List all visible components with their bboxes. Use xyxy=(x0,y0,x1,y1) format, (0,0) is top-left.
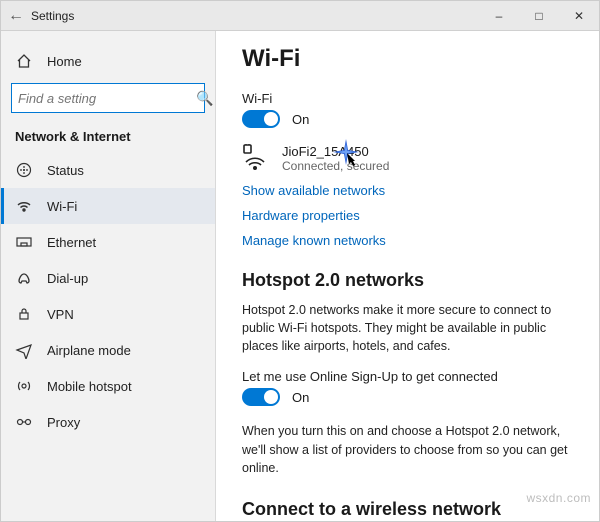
hotspot-desc2: When you turn this on and choose a Hotsp… xyxy=(242,422,573,476)
wifi-toggle[interactable] xyxy=(242,110,280,128)
sidebar-item-label: Proxy xyxy=(47,415,80,430)
titlebar: ← Settings – □ ✕ xyxy=(1,1,599,31)
hotspot-desc: Hotspot 2.0 networks make it more secure… xyxy=(242,301,573,355)
secured-wifi-icon xyxy=(242,144,268,170)
network-name: JioFi2_15A450 xyxy=(282,144,389,159)
current-network[interactable]: JioFi2_15A450 Connected, secured xyxy=(242,144,573,173)
hotspot-icon xyxy=(15,377,33,395)
sidebar-item-status[interactable]: Status xyxy=(1,152,215,188)
minimize-button[interactable]: – xyxy=(479,1,519,31)
search-input-wrap[interactable]: 🔍 xyxy=(11,83,205,113)
back-button[interactable]: ← xyxy=(1,7,31,25)
signup-toggle-state: On xyxy=(292,390,309,405)
sidebar-item-label: Dial-up xyxy=(47,271,88,286)
vpn-icon xyxy=(15,305,33,323)
airplane-icon xyxy=(15,341,33,359)
sidebar-item-label: VPN xyxy=(47,307,74,322)
sidebar-item-airplane[interactable]: Airplane mode xyxy=(1,332,215,368)
sidebar-item-label: Mobile hotspot xyxy=(47,379,132,394)
wifi-icon xyxy=(15,197,33,215)
sidebar-item-label: Ethernet xyxy=(47,235,96,250)
sidebar-item-proxy[interactable]: Proxy xyxy=(1,404,215,440)
sidebar-item-label: Airplane mode xyxy=(47,343,131,358)
sidebar-item-dialup[interactable]: Dial-up xyxy=(1,260,215,296)
sidebar-item-wifi[interactable]: Wi-Fi xyxy=(1,188,215,224)
signup-toggle[interactable] xyxy=(242,388,280,406)
manage-known-link[interactable]: Manage known networks xyxy=(242,233,573,248)
sidebar-category: Network & Internet xyxy=(1,125,215,152)
sidebar-item-label: Status xyxy=(47,163,84,178)
sidebar-item-vpn[interactable]: VPN xyxy=(1,296,215,332)
network-status: Connected, secured xyxy=(282,159,389,173)
home-label: Home xyxy=(47,54,82,69)
content: Wi-Fi Wi-Fi On JioFi2_15A450 Connected, … xyxy=(216,31,599,521)
sidebar-item-label: Wi-Fi xyxy=(47,199,77,214)
search-input[interactable] xyxy=(18,91,196,106)
status-icon xyxy=(15,161,33,179)
connect-heading: Connect to a wireless network xyxy=(242,499,573,520)
signup-label: Let me use Online Sign-Up to get connect… xyxy=(242,369,573,384)
wifi-toggle-label: Wi-Fi xyxy=(242,91,573,106)
maximize-button[interactable]: □ xyxy=(519,1,559,31)
sidebar-item-ethernet[interactable]: Ethernet xyxy=(1,224,215,260)
hardware-properties-link[interactable]: Hardware properties xyxy=(242,208,573,223)
sidebar: Home 🔍 Network & Internet Status Wi-Fi xyxy=(1,31,216,521)
dialup-icon xyxy=(15,269,33,287)
show-available-link[interactable]: Show available networks xyxy=(242,183,573,198)
window-title: Settings xyxy=(31,9,74,23)
wifi-toggle-state: On xyxy=(292,112,309,127)
home-icon xyxy=(15,52,33,70)
search-icon: 🔍 xyxy=(196,90,213,107)
page-title: Wi-Fi xyxy=(242,45,573,73)
ethernet-icon xyxy=(15,233,33,251)
sidebar-item-hotspot[interactable]: Mobile hotspot xyxy=(1,368,215,404)
home-nav[interactable]: Home xyxy=(1,43,215,79)
close-button[interactable]: ✕ xyxy=(559,1,599,31)
hotspot-heading: Hotspot 2.0 networks xyxy=(242,270,573,291)
proxy-icon xyxy=(15,413,33,431)
